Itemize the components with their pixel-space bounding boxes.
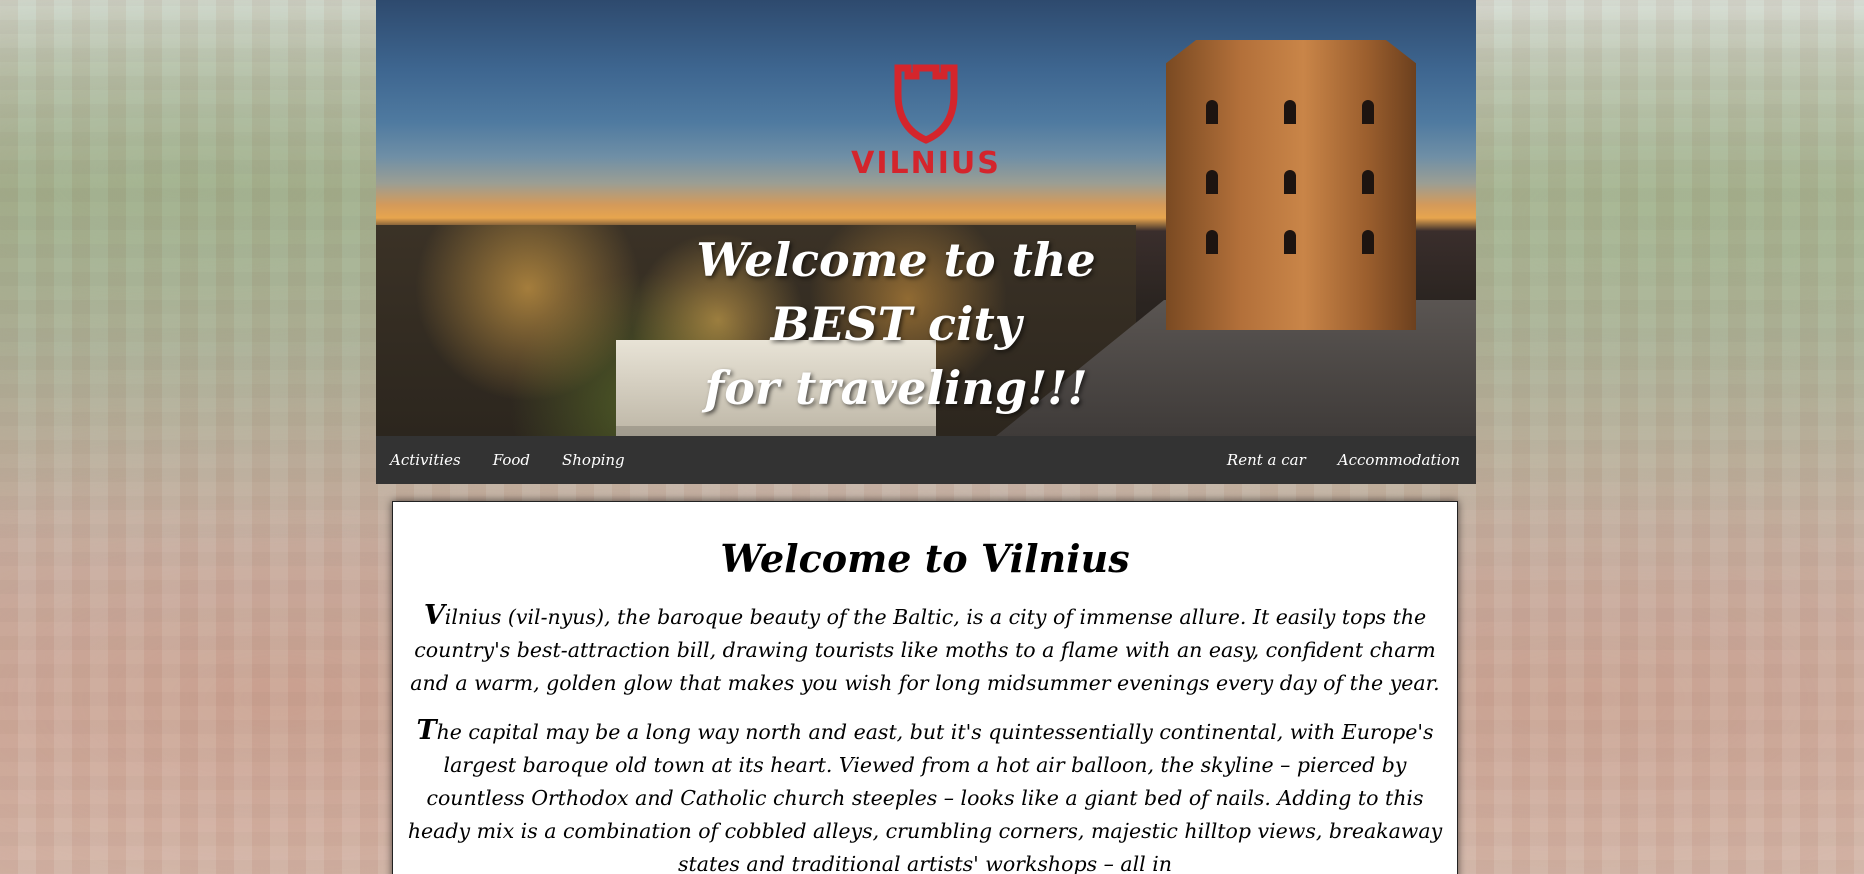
- tower-window: [1206, 100, 1218, 124]
- main-navigation: Activities Food Shoping Rent a car Accom…: [376, 436, 1476, 484]
- nav-item-activities[interactable]: Activities: [390, 451, 461, 469]
- hero-title-line2: for traveling!!!: [704, 361, 1088, 415]
- nav-item-accommodation[interactable]: Accommodation: [1338, 451, 1460, 469]
- tower-window: [1362, 230, 1374, 254]
- page-header: VILNIUS Welcome to the BEST city for tra…: [376, 0, 1476, 484]
- nav-item-food[interactable]: Food: [493, 451, 530, 469]
- paragraph-text: ilnius (vil-nyus), the baroque beauty of…: [410, 605, 1440, 695]
- hero-banner: VILNIUS Welcome to the BEST city for tra…: [376, 0, 1476, 436]
- tower-window: [1284, 170, 1296, 194]
- nav-right: Rent a car Accommodation: [1195, 451, 1476, 469]
- castle-tower-icon: [846, 60, 1006, 144]
- hero-title: Welcome to the BEST city for traveling!!…: [666, 228, 1126, 420]
- tower-window: [1362, 100, 1374, 124]
- tower-window: [1206, 230, 1218, 254]
- tower-window: [1362, 170, 1374, 194]
- nav-item-rent-a-car[interactable]: Rent a car: [1227, 451, 1306, 469]
- paragraph-initial: T: [416, 715, 437, 746]
- paragraph-text: he capital may be a long way north and e…: [407, 720, 1443, 874]
- tower-window: [1284, 230, 1296, 254]
- content-heading: Welcome to Vilnius: [720, 536, 1130, 581]
- hero-title-line1: Welcome to the BEST city: [696, 233, 1096, 351]
- hero-tower: [1166, 40, 1416, 330]
- tower-window: [1284, 100, 1296, 124]
- logo-text: VILNIUS: [851, 146, 1001, 181]
- vilnius-logo[interactable]: VILNIUS: [846, 60, 1006, 181]
- capital-paragraph: The capital may be a long way north and …: [393, 714, 1457, 874]
- nav-item-shoping[interactable]: Shoping: [562, 451, 625, 469]
- intro-paragraph: Vilnius (vil-nyus), the baroque beauty o…: [393, 599, 1457, 700]
- nav-left: Activities Food Shoping: [376, 451, 657, 469]
- tower-window: [1206, 170, 1218, 194]
- paragraph-initial: V: [423, 600, 445, 631]
- content-panel: Welcome to Vilnius Vilnius (vil-nyus), t…: [392, 501, 1458, 874]
